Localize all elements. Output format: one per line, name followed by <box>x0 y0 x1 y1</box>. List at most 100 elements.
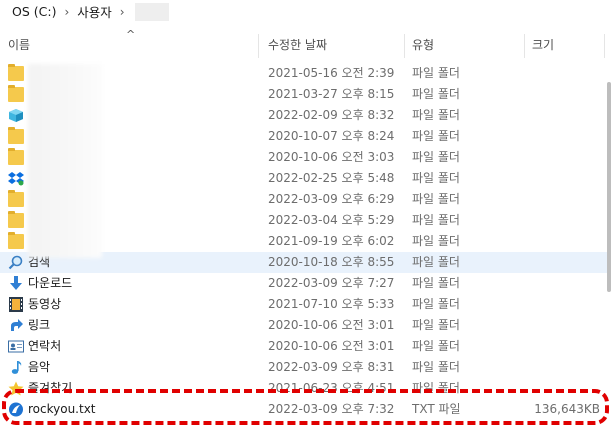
row-modified-date: 2022-02-09 오후 8:32 <box>268 108 395 122</box>
row-type: 파일 폴더 <box>412 318 460 332</box>
dropbox-icon <box>8 171 24 186</box>
row-size <box>520 315 600 336</box>
row-type: 파일 폴더 <box>412 255 460 269</box>
row-modified-date: 2020-10-07 오후 8:24 <box>268 129 395 143</box>
row-size: 136,643KB <box>534 402 600 416</box>
breadcrumb-drive[interactable]: OS (C:) <box>8 4 60 19</box>
row-type: 파일 폴더 <box>412 297 460 311</box>
breadcrumb: OS (C:) › 사용자 › <box>0 0 611 24</box>
row-name: 링크 <box>28 318 51 332</box>
folder-row[interactable]: 음악 2022-03-09 오후 8:31 파일 폴더 <box>0 357 611 378</box>
folder-row[interactable]: 연락처 2020-10-06 오전 3:01 파일 폴더 <box>0 336 611 357</box>
row-name: 즐겨찾기 <box>28 381 73 395</box>
folder-icon <box>8 127 24 144</box>
row-size <box>520 273 600 294</box>
row-size <box>520 84 600 105</box>
column-header-type[interactable]: 유형 <box>412 30 434 58</box>
contact-card-icon <box>8 339 24 354</box>
row-modified-date: 2021-05-16 오전 2:39 <box>268 66 395 80</box>
folder-icon <box>8 211 24 228</box>
row-size <box>520 336 600 357</box>
column-divider[interactable] <box>258 34 259 58</box>
row-type: 파일 폴더 <box>412 234 460 248</box>
column-header-date[interactable]: 수정한 날짜 <box>268 30 327 58</box>
column-header-name[interactable]: 이름 <box>8 30 30 58</box>
redacted-folder-names <box>28 64 102 258</box>
row-type: 파일 폴더 <box>412 360 460 374</box>
folder-row[interactable]: 즐겨찾기 2021-06-23 오후 4:51 파일 폴더 <box>0 378 611 399</box>
row-type: 파일 폴더 <box>412 192 460 206</box>
row-modified-date: 2020-10-18 오후 8:55 <box>268 255 395 269</box>
row-modified-date: 2021-06-23 오후 4:51 <box>268 381 395 395</box>
breadcrumb-separator[interactable]: › <box>116 5 129 19</box>
breadcrumb-separator[interactable]: › <box>60 5 73 19</box>
row-modified-date: 2021-09-19 오후 6:02 <box>268 234 395 248</box>
music-note-icon <box>8 360 24 375</box>
row-type: TXT 파일 <box>412 402 461 416</box>
folder-row[interactable]: 동영상 2021-07-10 오후 5:33 파일 폴더 <box>0 294 611 315</box>
row-name: 음악 <box>28 360 51 374</box>
row-modified-date: 2020-10-06 오전 3:03 <box>268 150 395 164</box>
cube-3d-icon <box>8 108 24 123</box>
video-film-icon <box>8 297 24 312</box>
folder-row[interactable]: 다운로드 2022-03-09 오후 7:27 파일 폴더 <box>0 273 611 294</box>
row-size <box>520 357 600 378</box>
row-size <box>520 378 600 399</box>
row-size <box>520 189 600 210</box>
row-type: 파일 폴더 <box>412 381 460 395</box>
row-size <box>520 210 600 231</box>
row-type: 파일 폴더 <box>412 276 460 290</box>
folder-icon <box>8 190 24 207</box>
row-modified-date: 2020-10-06 오전 3:01 <box>268 318 395 332</box>
row-size <box>520 231 600 252</box>
row-type: 파일 폴더 <box>412 150 460 164</box>
row-size <box>520 147 600 168</box>
row-type: 파일 폴더 <box>412 108 460 122</box>
column-header-size[interactable]: 크기 <box>532 30 554 58</box>
folder-icon <box>8 148 24 165</box>
vertical-scrollbar[interactable] <box>605 30 611 429</box>
row-modified-date: 2021-03-27 오후 8:15 <box>268 87 395 101</box>
row-size <box>520 126 600 147</box>
row-name: 다운로드 <box>28 276 73 290</box>
row-modified-date: 2022-02-25 오후 5:48 <box>268 171 395 185</box>
file-row[interactable]: rockyou.txt 2022-03-09 오후 7:32 TXT 파일 136,6… <box>0 399 611 420</box>
row-type: 파일 폴더 <box>412 66 460 80</box>
folder-icon <box>8 85 24 102</box>
column-header-bar: ^ 이름 수정한 날짜 유형 크기 <box>0 28 611 58</box>
breadcrumb-redacted-user[interactable] <box>134 2 169 21</box>
row-type: 파일 폴더 <box>412 339 460 353</box>
row-type: 파일 폴더 <box>412 129 460 143</box>
row-size <box>520 294 600 315</box>
row-modified-date: 2022-03-09 오후 8:31 <box>268 360 395 374</box>
row-name: 연락처 <box>28 339 62 353</box>
folder-row[interactable]: 링크 2020-10-06 오전 3:01 파일 폴더 <box>0 315 611 336</box>
row-modified-date: 2022-03-04 오후 5:29 <box>268 213 395 227</box>
row-size <box>520 105 600 126</box>
row-modified-date: 2022-03-09 오후 7:32 <box>268 402 395 416</box>
row-modified-date: 2022-03-09 오후 7:27 <box>268 276 395 290</box>
txt-file-icon <box>8 402 24 417</box>
column-divider[interactable] <box>524 34 525 58</box>
row-modified-date: 2022-03-09 오후 6:29 <box>268 192 395 206</box>
row-name: rockyou.txt <box>28 402 96 416</box>
row-name: 동영상 <box>28 297 62 311</box>
search-icon <box>8 255 24 270</box>
star-icon <box>8 381 24 396</box>
row-type: 파일 폴더 <box>412 171 460 185</box>
folder-icon <box>8 64 24 81</box>
sort-ascending-icon: ^ <box>126 28 136 41</box>
breadcrumb-users-folder[interactable]: 사용자 <box>73 2 116 21</box>
row-size <box>520 63 600 84</box>
link-arrow-icon <box>8 318 24 333</box>
row-type: 파일 폴더 <box>412 213 460 227</box>
column-divider[interactable] <box>404 34 405 58</box>
row-type: 파일 폴더 <box>412 87 460 101</box>
download-arrow-icon <box>8 276 24 291</box>
row-modified-date: 2021-07-10 오후 5:33 <box>268 297 395 311</box>
row-size <box>520 252 600 273</box>
scrollbar-thumb[interactable] <box>607 82 611 292</box>
row-modified-date: 2020-10-06 오전 3:01 <box>268 339 395 353</box>
row-size <box>520 168 600 189</box>
folder-icon <box>8 232 24 249</box>
